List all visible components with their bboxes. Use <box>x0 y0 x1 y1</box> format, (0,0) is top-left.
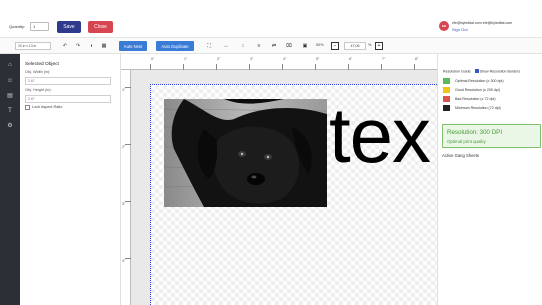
gang-sheet[interactable]: tex <box>150 84 437 305</box>
zoom-input[interactable]: 47,06 <box>344 42 366 50</box>
toolbar: 20 in x 13 in ↶ ↷ ◑ ▦ Auto Nest Auto Dup… <box>0 38 542 54</box>
legend-label: Good Resolution (≥ 200 dpi) <box>455 88 500 92</box>
ruler-tick <box>282 64 283 70</box>
home-icon[interactable]: ⌂ <box>5 60 15 70</box>
trim-icon[interactable]: ⌧ <box>285 42 293 50</box>
legend-label: Minimum Resolution (72 dpi) <box>455 106 501 110</box>
legend-good: Good Resolution (≥ 200 dpi) <box>443 86 539 94</box>
arrange-icon[interactable]: ⇄ <box>270 42 278 50</box>
ruler-tick <box>125 144 131 145</box>
resolution-panel: Resolution Guide Show Resolution Borders… <box>437 54 542 305</box>
swatch-bad <box>443 96 450 102</box>
lock-aspect-label: Lock Aspect Ratio <box>32 105 63 109</box>
avatar[interactable]: EB <box>439 21 449 31</box>
show-borders-checkbox[interactable] <box>474 69 479 73</box>
zoom-display: 50% <box>316 43 324 47</box>
ruler-tick <box>125 201 131 202</box>
ruler-label: 2" <box>122 145 126 149</box>
lock-aspect-checkbox[interactable] <box>25 105 30 110</box>
ruler-tick <box>125 87 131 88</box>
resolution-status-box: Resolution: 300 DPI Optimal print qualit… <box>442 124 541 148</box>
user-icon[interactable]: ☺ <box>5 76 15 86</box>
height-input[interactable]: 2.67 <box>25 95 111 103</box>
top-bar: Quantity: 1 Save Close EB efe@byiedital.… <box>0 0 542 38</box>
ruler-label: 3" <box>250 57 254 61</box>
legend-bad: Bad Resolution (≥ 72 dpi) <box>443 95 539 103</box>
active-gang-sheets-label: Active Gang Sheets <box>442 153 480 158</box>
ruler-tick <box>348 64 349 70</box>
ruler-label: 4" <box>283 57 287 61</box>
save-button[interactable]: Save <box>57 21 81 33</box>
legend-label: Bad Resolution (≥ 72 dpi) <box>455 97 496 101</box>
ruler-tick <box>414 64 415 70</box>
height-label: Obj. Height (in): <box>25 88 52 92</box>
ruler-tick <box>249 64 250 70</box>
ruler-label: 2" <box>217 57 221 61</box>
ruler-tick <box>150 64 151 70</box>
text-icon[interactable]: T <box>5 106 15 116</box>
zoom-unit: % <box>368 43 372 47</box>
show-borders-label: Show Resolution Borders <box>479 69 521 74</box>
ruler-label: 1" <box>184 57 188 61</box>
panel-title: Selected Object <box>25 62 59 67</box>
ruler-label: 6" <box>349 57 353 61</box>
undo-icon[interactable]: ↶ <box>61 42 69 50</box>
width-input[interactable]: 2.67 <box>25 77 111 85</box>
selected-object-panel: Selected Object Obj. Width (in): 2.67 Ob… <box>20 54 121 305</box>
swatch-good <box>443 87 450 93</box>
grid-icon[interactable]: ▦ <box>100 42 108 50</box>
sidebar-icon-strip: ⌂ ☺ ▤ T ⚙ <box>0 54 20 305</box>
canvas-area[interactable]: 0" 1" 2" 3" 4" 5" 6" 7" 8" 1" 2" 3" 4" t… <box>121 54 437 305</box>
user-email: efe@byiedital.com efe@byiedital.com <box>452 21 513 25</box>
align-horizontal-icon[interactable]: ↔ <box>222 42 230 50</box>
ruler-tick <box>315 64 316 70</box>
sign-out-link[interactable]: Sign Out <box>452 27 468 32</box>
legend-label: Optimal Resolution (≥ 300 dpi) <box>455 79 504 83</box>
ruler-tick <box>183 64 184 70</box>
ruler-label: 3" <box>122 202 126 206</box>
ruler-label: 7" <box>382 57 386 61</box>
distribute-icon[interactable]: ≡ <box>255 42 263 50</box>
sheet-size-select[interactable]: 20 in x 13 in <box>15 42 51 50</box>
ruler-label: 8" <box>415 57 419 61</box>
resolution-guide-label: Resolution Guide <box>443 69 471 74</box>
legend-minimum: Minimum Resolution (72 dpi) <box>443 104 539 112</box>
auto-nest-button[interactable]: Auto Nest <box>119 41 147 51</box>
delete-icon[interactable]: ▣ <box>301 42 309 50</box>
ruler-label: 1" <box>122 88 126 92</box>
ruler-left: 1" 2" 3" 4" <box>121 70 131 305</box>
ruler-label: 4" <box>122 259 126 263</box>
swatch-optimal <box>443 78 450 84</box>
legend-optimal: Optimal Resolution (≥ 300 dpi) <box>443 77 539 85</box>
quantity-input[interactable]: 1 <box>30 22 49 31</box>
close-button[interactable]: Close <box>88 21 113 33</box>
swatch-minimum <box>443 105 450 111</box>
fit-icon[interactable]: ⛶ <box>205 42 213 50</box>
ruler-top: 0" 1" 2" 3" 4" 5" 6" 7" 8" <box>121 54 437 70</box>
images-icon[interactable]: ▤ <box>5 91 15 101</box>
layer-icon[interactable]: ◑ <box>87 42 95 50</box>
ruler-tick <box>381 64 382 70</box>
ruler-label: 0" <box>151 57 155 61</box>
align-vertical-icon[interactable]: ↕ <box>239 42 247 50</box>
zoom-in-button[interactable]: + <box>375 42 383 50</box>
quantity-label: Quantity: <box>9 24 26 29</box>
ruler-tick <box>125 258 131 259</box>
redo-icon[interactable]: ↷ <box>74 42 82 50</box>
canvas-text-element[interactable]: tex <box>329 95 431 175</box>
width-label: Obj. Width (in): <box>25 70 51 74</box>
resolution-value: Resolution: 300 DPI <box>447 129 503 136</box>
auto-duplicate-button[interactable]: Auto Duplicate <box>156 41 194 51</box>
app-root: Quantity: 1 Save Close EB efe@byiedital.… <box>0 0 542 305</box>
dog-image[interactable] <box>164 99 327 207</box>
ruler-tick <box>216 64 217 70</box>
ruler-label: 5" <box>316 57 320 61</box>
resolution-quality: Optimal print quality <box>447 139 486 144</box>
resolution-guide-header: Resolution Guide Show Resolution Borders <box>443 69 520 74</box>
zoom-out-button[interactable]: − <box>331 42 339 50</box>
tools-icon[interactable]: ⚙ <box>5 121 15 131</box>
